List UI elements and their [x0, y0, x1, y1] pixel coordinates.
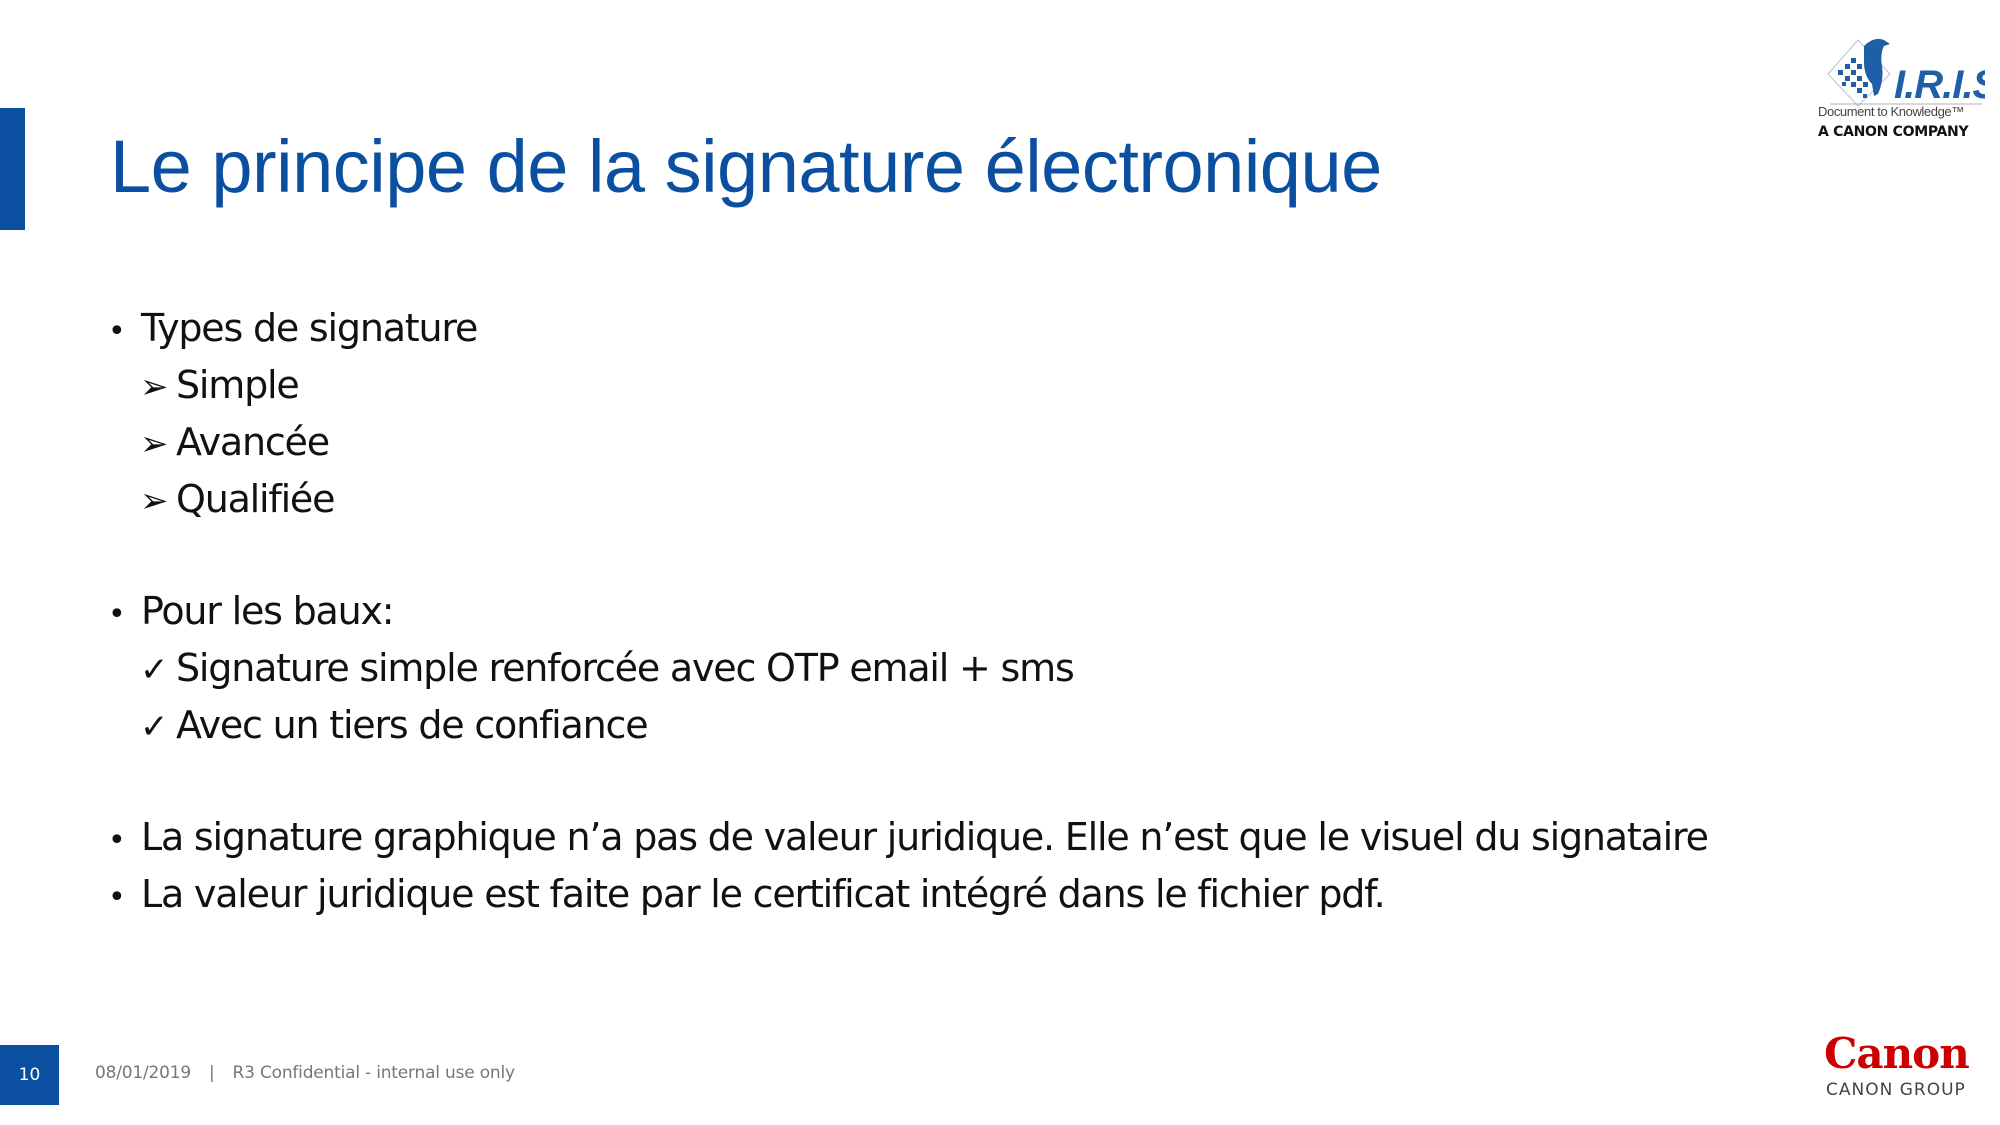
slide-content: • Types de signature ➢ Simple ➢ Avancée …: [108, 300, 1908, 923]
footer: 08/01/2019 | R3 Confidential - internal us…: [95, 1063, 515, 1083]
iris-tagline: Document to Knowledge™: [1818, 104, 1964, 119]
arrowhead-icon: ➢: [140, 424, 168, 464]
arrowhead-icon: ➢: [140, 481, 168, 521]
footer-separator: |: [208, 1063, 215, 1083]
sub-item: ✓ Signature simple renforcée avec OTP em…: [108, 640, 1908, 697]
bullet-item: • Types de signature: [108, 300, 1908, 357]
sub-item: ➢ Avancée: [108, 414, 1908, 471]
bullet-icon: •: [108, 314, 126, 349]
bullet-item: • La valeur juridique est faite par le c…: [108, 866, 1908, 923]
bullet-text: Types de signature: [141, 306, 478, 350]
checkmark-icon: ✓: [140, 707, 168, 747]
bullet-icon: •: [108, 597, 126, 632]
slide-title: Le principe de la signature électronique: [110, 125, 1382, 208]
checkmark-icon: ✓: [140, 650, 168, 690]
page-number: 10: [0, 1045, 59, 1105]
footer-date: 08/01/2019: [95, 1063, 191, 1083]
bullet-icon: •: [108, 823, 126, 858]
bullet-text: La valeur juridique est faite par le cer…: [141, 872, 1386, 916]
sub-item-text: Avancée: [176, 420, 330, 464]
canon-group-label: CANON GROUP: [1826, 1080, 1966, 1100]
sub-item: ➢ Simple: [108, 357, 1908, 414]
arrowhead-icon: ➢: [140, 367, 168, 407]
canon-logo: Canon: [1824, 1029, 1970, 1078]
bullet-item: • Pour les baux:: [108, 583, 1908, 640]
sub-item: ✓ Avec un tiers de confiance: [108, 697, 1908, 754]
sub-item-text: Simple: [176, 363, 300, 407]
sub-item-text: Avec un tiers de confiance: [176, 703, 649, 747]
bullet-item: • La signature graphique n’a pas de vale…: [108, 809, 1908, 866]
sub-item: ➢ Qualifiée: [108, 471, 1908, 528]
footer-confidentiality: R3 Confidential - internal use only: [232, 1063, 516, 1083]
sub-item-text: Qualifiée: [176, 477, 335, 521]
iris-company-label: A CANON COMPANY: [1818, 124, 1969, 140]
title-accent-bar: [0, 108, 25, 230]
bullet-text: Pour les baux:: [141, 589, 395, 633]
iris-eagle-icon: I.R.I.S.: [1827, 38, 2000, 107]
bullet-icon: •: [108, 880, 126, 915]
sub-item-text: Signature simple renforcée avec OTP emai…: [176, 646, 1075, 690]
bullet-text: La signature graphique n’a pas de valeur…: [141, 815, 1709, 859]
svg-text:I.R.I.S.: I.R.I.S.: [1894, 63, 1985, 107]
